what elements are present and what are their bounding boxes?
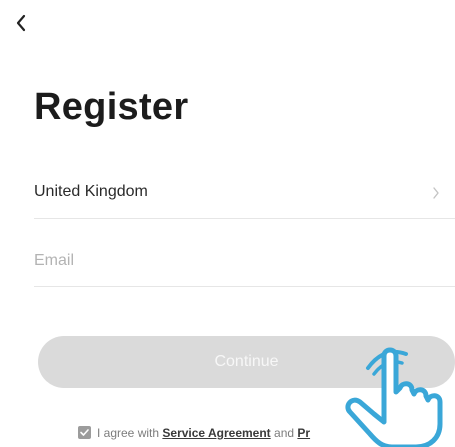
pointing-hand-icon [345, 347, 443, 447]
service-agreement-link[interactable]: Service Agreement [162, 426, 270, 440]
back-button[interactable] [10, 10, 34, 36]
agree-checkbox[interactable] [78, 426, 91, 439]
country-selector[interactable]: United Kingdom [34, 168, 455, 219]
register-screen: Register United Kingdom Continue I agree… [0, 0, 455, 447]
checkmark-icon [80, 429, 89, 436]
privacy-policy-link[interactable]: Pr [297, 426, 310, 440]
chevron-right-icon [433, 187, 439, 199]
email-field[interactable] [34, 246, 434, 276]
agreement-conjunction: and [274, 426, 295, 440]
agreement-row: I agree with Service Agreement and Pr [78, 425, 310, 441]
chevron-left-icon [16, 14, 26, 32]
agreement-prefix: I agree with [97, 426, 160, 440]
country-value: United Kingdom [34, 183, 148, 200]
page-title: Register [34, 86, 189, 128]
email-row [34, 236, 455, 287]
